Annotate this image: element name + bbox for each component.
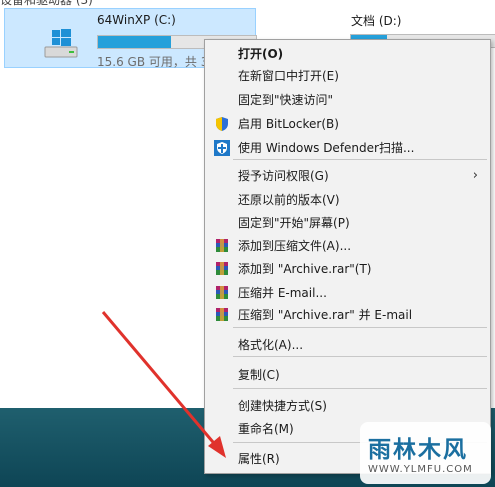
drive-c-info: 15.6 GB 可用，共 3: [97, 55, 209, 69]
menu-item-label: 添加到 "Archive.rar"(T): [238, 262, 372, 276]
winrar-icon: [214, 285, 230, 301]
menu-item-7[interactable]: 还原以前的版本(V): [205, 189, 490, 211]
menu-item-label: 打开(O): [238, 47, 284, 61]
menu-item-label: 重命名(M): [238, 422, 294, 436]
menu-item-label: 添加到压缩文件(A)...: [238, 239, 352, 253]
watermark-text: 雨林木风: [368, 437, 468, 463]
windows-defender-icon: [214, 140, 230, 156]
winrar-icon: [214, 238, 230, 254]
shield-uac-icon: [214, 116, 230, 132]
menu-separator: [233, 327, 487, 328]
menu-item-11[interactable]: 压缩并 E-mail...: [205, 282, 490, 304]
menu-item-label: 属性(R): [238, 452, 280, 466]
drive-c-usage-fill: [98, 36, 171, 48]
menu-item-6[interactable]: 授予访问权限(G) ›: [205, 165, 490, 187]
watermark-logo: 雨林木风 WWW.YLMFU.COM: [360, 422, 491, 484]
menu-item-8[interactable]: 固定到"开始"屏幕(P): [205, 212, 490, 234]
menu-item-5[interactable]: 使用 Windows Defender扫描...: [205, 137, 490, 159]
winrar-icon: [214, 261, 230, 277]
menu-item-label: 固定到"开始"屏幕(P): [238, 216, 350, 230]
menu-item-4[interactable]: 启用 BitLocker(B): [205, 113, 490, 135]
menu-item-label: 复制(C): [238, 368, 280, 382]
menu-item-label: 压缩并 E-mail...: [238, 286, 327, 300]
menu-item-15[interactable]: 创建快捷方式(S): [205, 395, 490, 417]
menu-item-3[interactable]: 固定到"快速访问": [205, 89, 490, 111]
menu-item-13[interactable]: 格式化(A)...: [205, 334, 490, 356]
menu-item-label: 固定到"快速访问": [238, 93, 334, 107]
menu-item-label: 格式化(A)...: [238, 338, 304, 352]
context-menu: 打开(O) 在新窗口中打开(E) 固定到"快速访问" 启用 BitLocker(B) 使…: [204, 39, 491, 474]
menu-item-12[interactable]: 压缩到 "Archive.rar" 并 E-mail: [205, 304, 490, 326]
menu-item-2[interactable]: 在新窗口中打开(E): [205, 65, 490, 87]
drive-d-name: 文档 (D:): [351, 14, 402, 28]
menu-item-14[interactable]: 复制(C): [205, 364, 490, 386]
menu-separator: [233, 159, 487, 160]
menu-item-10[interactable]: 添加到 "Archive.rar"(T): [205, 258, 490, 280]
winrar-icon: [214, 307, 230, 323]
drive-c-name: 64WinXP (C:): [97, 13, 176, 27]
menu-item-label: 授予访问权限(G): [238, 169, 329, 183]
chevron-right-icon: ›: [472, 168, 478, 183]
watermark-url: WWW.YLMFU.COM: [368, 464, 473, 475]
menu-item-label: 创建快捷方式(S): [238, 399, 327, 413]
section-header: 设备和驱动器 (3): [0, 0, 93, 7]
menu-item-label: 使用 Windows Defender扫描...: [238, 141, 415, 155]
menu-item-9[interactable]: 添加到压缩文件(A)...: [205, 235, 490, 257]
menu-item-label: 压缩到 "Archive.rar" 并 E-mail: [238, 308, 413, 322]
menu-item-label: 还原以前的版本(V): [238, 193, 340, 207]
menu-separator: [233, 388, 487, 389]
menu-separator: [233, 356, 487, 357]
windows-drive-icon: [44, 29, 78, 58]
menu-item-label: 在新窗口中打开(E): [238, 69, 339, 83]
menu-item-1[interactable]: 打开(O): [205, 43, 490, 65]
menu-item-label: 启用 BitLocker(B): [238, 117, 339, 131]
